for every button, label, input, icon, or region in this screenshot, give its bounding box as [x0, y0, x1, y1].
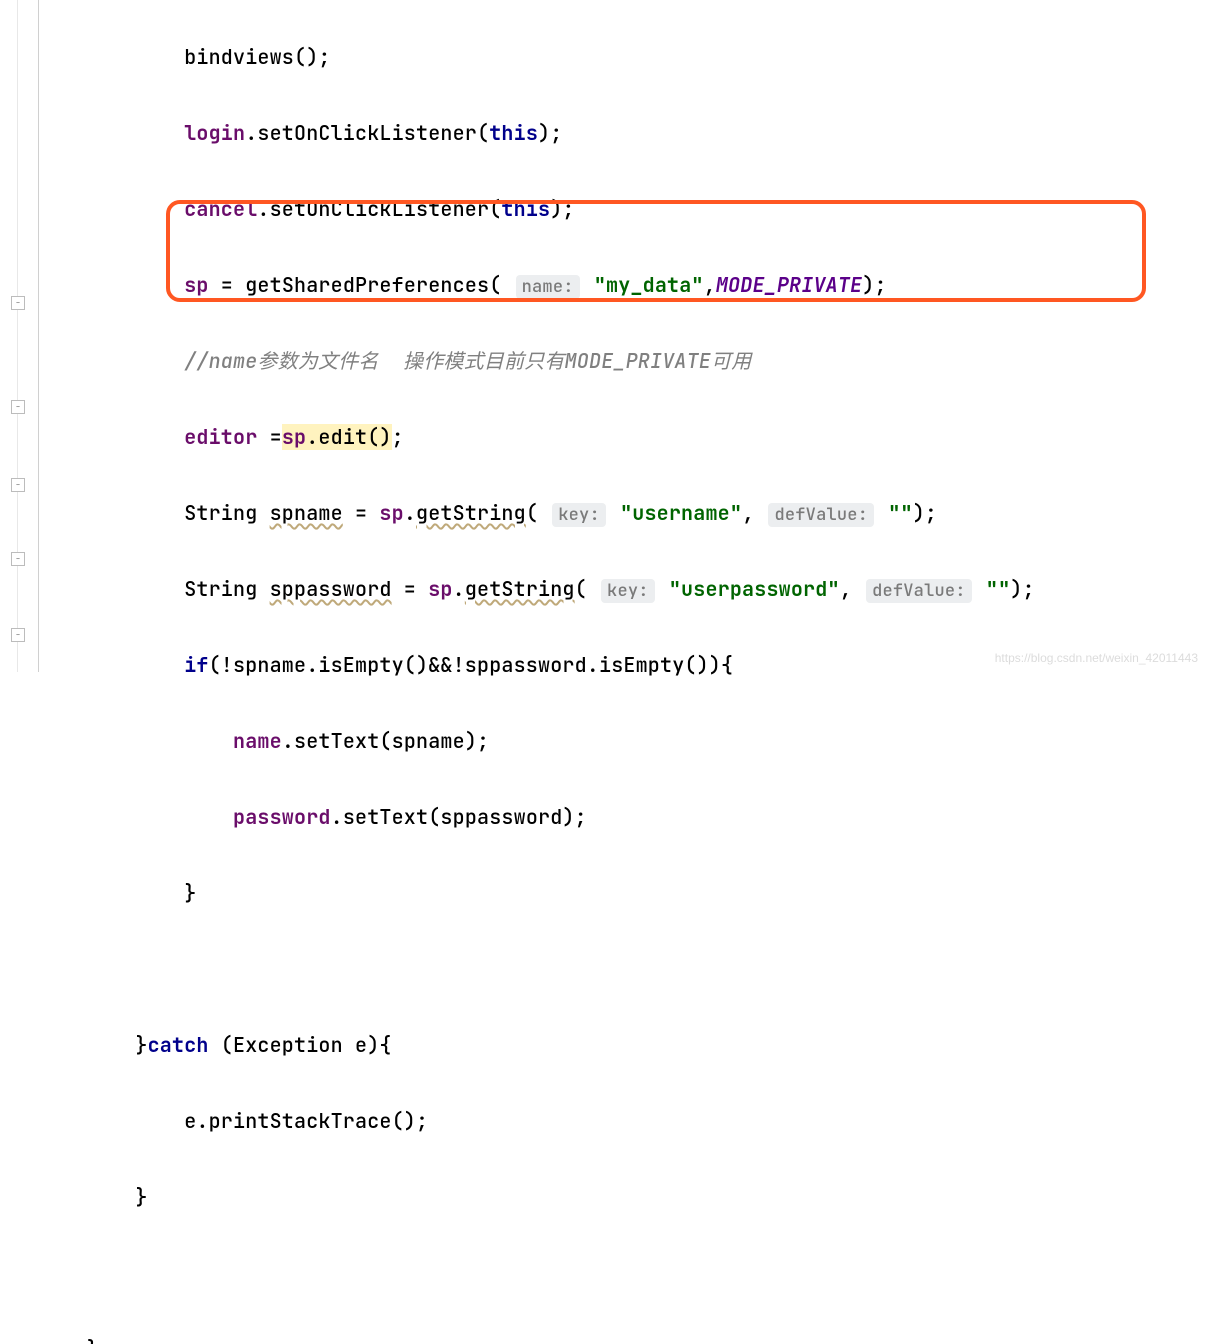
- code-line: //name参数为文件名 操作模式目前只有MODE_PRIVATE可用: [50, 342, 1035, 380]
- code-line: password.setText(sppassword);: [50, 798, 1035, 836]
- code-line: }: [50, 874, 1035, 912]
- string-literal: "userpassword": [669, 576, 840, 602]
- brace: }: [135, 1184, 147, 1210]
- fold-guide-line: [17, 0, 18, 672]
- fold-icon[interactable]: −: [11, 400, 25, 414]
- method-call: edit: [318, 424, 367, 450]
- code-line: }catch (Exception e){: [50, 1026, 1035, 1064]
- method-call: getSharedPreferences: [245, 272, 489, 298]
- code-line: }: [50, 1178, 1035, 1216]
- string-literal: "my_data": [594, 272, 704, 298]
- string-literal: "": [888, 500, 912, 526]
- if-condition: (!spname.isEmpty()&&!sppassword.isEmpty(…: [209, 652, 734, 678]
- keyword-catch: catch: [148, 1032, 209, 1058]
- type-ref: String: [184, 500, 257, 526]
- method-call: setOnClickListener: [270, 196, 490, 222]
- catch-decl: (Exception e){: [209, 1032, 392, 1058]
- local-var: sppassword: [270, 576, 392, 602]
- field-ref: editor: [184, 424, 257, 450]
- param-hint-name: name:: [516, 275, 580, 299]
- param-hint-defvalue: defValue:: [866, 579, 972, 603]
- local-var: spname: [270, 500, 343, 526]
- field-ref: sp: [379, 500, 403, 526]
- code-line: cancel.setOnClickListener(this);: [50, 190, 1035, 228]
- code-line: editor =sp.edit();: [50, 418, 1035, 456]
- code-line: }: [50, 1330, 1035, 1344]
- keyword-if: if: [184, 652, 208, 678]
- brace: }: [135, 1032, 147, 1058]
- keyword-this: this: [489, 120, 538, 146]
- code-line: [50, 950, 1035, 988]
- method-call: setText: [343, 804, 428, 830]
- field-ref: sp: [428, 576, 452, 602]
- arg: spname: [392, 728, 465, 754]
- method-call: getString: [416, 500, 526, 526]
- string-literal: "username": [620, 500, 742, 526]
- editor-gutter: − − − − −: [0, 0, 39, 672]
- field-ref: cancel: [184, 196, 257, 222]
- code-line: String sppassword = sp.getString( key: "…: [50, 570, 1035, 608]
- field-ref: sp: [282, 424, 306, 450]
- statement: e.printStackTrace();: [184, 1108, 428, 1134]
- brace: }: [87, 1336, 99, 1344]
- method-call: setText: [294, 728, 379, 754]
- code-line: sp = getSharedPreferences( name: "my_dat…: [50, 266, 1035, 304]
- code-editor-content[interactable]: bindviews(); login.setOnClickListener(th…: [50, 0, 1035, 1344]
- type-ref: String: [184, 576, 257, 602]
- field-ref: sp: [184, 272, 208, 298]
- watermark-text: https://blog.csdn.net/weixin_42011443: [995, 647, 1198, 670]
- arg: sppassword: [440, 804, 562, 830]
- comment: //name参数为文件名 操作模式目前只有MODE_PRIVATE可用: [184, 348, 751, 374]
- code-line: e.printStackTrace();: [50, 1102, 1035, 1140]
- code-line: name.setText(spname);: [50, 722, 1035, 760]
- param-hint-key: key:: [601, 579, 655, 603]
- method-call: bindviews: [184, 44, 294, 70]
- constant-ref: MODE_PRIVATE: [716, 272, 862, 298]
- field-ref: login: [184, 120, 245, 146]
- fold-icon[interactable]: −: [11, 478, 25, 492]
- param-hint-defvalue: defValue:: [768, 503, 874, 527]
- brace: }: [184, 880, 196, 906]
- code-line: if(!spname.isEmpty()&&!sppassword.isEmpt…: [50, 646, 1035, 684]
- string-literal: "": [986, 576, 1010, 602]
- fold-icon[interactable]: −: [11, 628, 25, 642]
- param-hint-key: key:: [552, 503, 606, 527]
- method-call: getString: [465, 576, 575, 602]
- code-line: bindviews();: [50, 38, 1035, 76]
- method-call: setOnClickListener: [257, 120, 477, 146]
- code-line: login.setOnClickListener(this);: [50, 114, 1035, 152]
- field-ref: name: [233, 728, 282, 754]
- fold-icon[interactable]: −: [11, 552, 25, 566]
- code-line: [50, 1254, 1035, 1292]
- keyword-this: this: [501, 196, 550, 222]
- fold-icon[interactable]: −: [11, 296, 25, 310]
- code-line: String spname = sp.getString( key: "user…: [50, 494, 1035, 532]
- field-ref: password: [233, 804, 331, 830]
